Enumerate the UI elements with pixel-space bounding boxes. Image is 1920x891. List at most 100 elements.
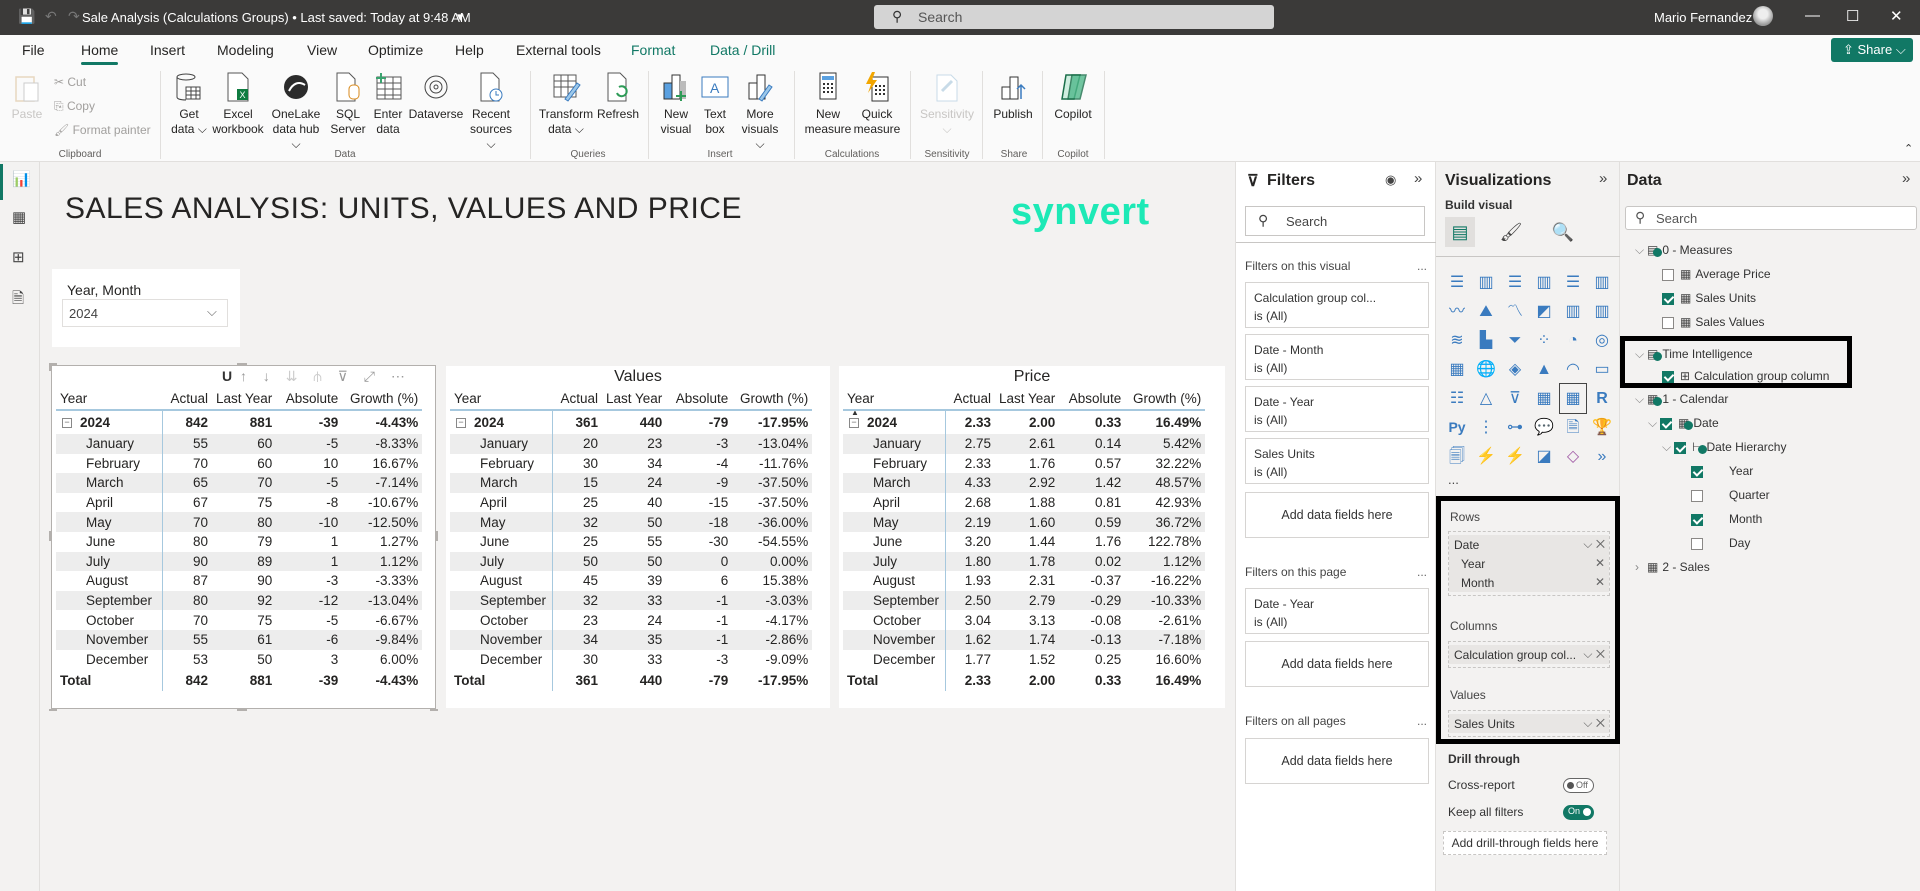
smart-narrative-icon[interactable]: 🗎 bbox=[1560, 413, 1586, 442]
power-apps-icon[interactable]: ⚡ bbox=[1473, 442, 1499, 471]
chevron-down-icon[interactable]: ⌵ bbox=[1635, 240, 1647, 260]
dataverse-button[interactable]: Dataverse bbox=[408, 71, 464, 122]
remove-field-icon[interactable]: ✕ bbox=[1595, 575, 1605, 589]
row-header[interactable]: December bbox=[843, 649, 946, 670]
price-matrix[interactable]: Price ▲ Year Actual Last Year Absolute G… bbox=[839, 366, 1225, 708]
column-header-absolute[interactable]: Absolute bbox=[1059, 388, 1125, 410]
rows-well[interactable]: Date ⌵ ✕ Year ✕ Month ✕ bbox=[1448, 531, 1610, 596]
r-visual-icon[interactable]: R bbox=[1589, 384, 1615, 413]
column-header-growth[interactable]: Growth (%) bbox=[732, 388, 812, 410]
row-header[interactable]: February bbox=[56, 453, 163, 474]
close-icon[interactable]: ✕ bbox=[1890, 7, 1903, 25]
stacked-area-icon[interactable]: 〽 bbox=[1502, 297, 1528, 326]
resize-handle[interactable] bbox=[49, 363, 51, 371]
row-header[interactable]: June bbox=[56, 531, 163, 552]
collapse-pane-icon[interactable]: » bbox=[1902, 170, 1910, 187]
gauge-icon[interactable]: ◠ bbox=[1560, 355, 1586, 384]
checkbox[interactable] bbox=[1662, 370, 1674, 383]
column-header-year[interactable]: Year bbox=[843, 388, 945, 410]
cross-report-toggle[interactable]: Off bbox=[1563, 778, 1594, 793]
values-well[interactable]: Sales Units ⌵ ✕ bbox=[1448, 710, 1610, 737]
column-header-actual[interactable]: Actual bbox=[945, 388, 995, 410]
row-header[interactable]: −2024 bbox=[843, 410, 946, 434]
sql-server-button[interactable]: SQL Server bbox=[330, 71, 366, 137]
text-box-button[interactable]: A Text box bbox=[698, 71, 732, 137]
area-chart-icon[interactable]: ⛰ bbox=[1473, 297, 1499, 326]
clustered-bar-chart-icon[interactable]: ☰ bbox=[1502, 268, 1528, 297]
format-visual-tab[interactable]: 🖌 bbox=[1496, 217, 1526, 247]
row-header[interactable]: May bbox=[843, 512, 946, 532]
collapse-icon[interactable]: − bbox=[456, 418, 466, 429]
tab-file[interactable]: File bbox=[22, 42, 45, 58]
tab-optimize[interactable]: Optimize bbox=[368, 42, 423, 58]
save-icon[interactable]: 💾 bbox=[18, 8, 35, 25]
units-matrix[interactable]: U ↑ ↓ ⇊ ⫛ ⊽ ⤢ ⋯ Year Actual Last Year Ab… bbox=[49, 363, 438, 711]
power-automate-visual-icon[interactable]: » bbox=[1589, 442, 1615, 471]
tree-level-day[interactable]: Day bbox=[1691, 533, 1750, 553]
line-chart-icon[interactable]: 〰 bbox=[1444, 297, 1470, 326]
add-visual-filter-dropzone[interactable]: Add data fields here bbox=[1245, 492, 1429, 538]
row-header[interactable]: August bbox=[450, 571, 553, 591]
clustered-column-chart-icon[interactable]: ▥ bbox=[1531, 268, 1557, 297]
power-apps-visual-icon[interactable]: ◇ bbox=[1560, 442, 1586, 471]
row-header[interactable]: June bbox=[450, 531, 553, 552]
column-header-actual[interactable]: Actual bbox=[162, 388, 212, 410]
tree-table-calendar[interactable]: ⌵▦1 - Calendar bbox=[1635, 389, 1728, 409]
column-header-absolute[interactable]: Absolute bbox=[666, 388, 732, 410]
column-header-growth[interactable]: Growth (%) bbox=[342, 388, 422, 410]
column-header-last-year[interactable]: Last Year bbox=[995, 388, 1059, 410]
slicer-icon[interactable]: ⊽ bbox=[1502, 384, 1528, 413]
resize-handle[interactable] bbox=[435, 531, 438, 541]
row-header[interactable]: April bbox=[56, 492, 163, 513]
row-header[interactable]: November bbox=[56, 629, 163, 650]
donut-chart-icon[interactable]: ◎ bbox=[1589, 326, 1615, 355]
row-header[interactable]: March bbox=[56, 473, 163, 493]
tree-level-month[interactable]: Month bbox=[1691, 509, 1762, 529]
checkbox[interactable] bbox=[1662, 268, 1674, 281]
row-header[interactable]: May bbox=[56, 512, 163, 532]
filter-card[interactable]: Date - Year is (All) bbox=[1245, 386, 1429, 432]
chevron-down-icon[interactable]: ⌵ bbox=[1635, 344, 1647, 364]
tab-insert[interactable]: Insert bbox=[150, 42, 185, 58]
checkbox[interactable] bbox=[1691, 513, 1703, 526]
python-visual-icon[interactable]: Py bbox=[1444, 413, 1470, 442]
get-data-button[interactable]: Get data ⌵ bbox=[170, 71, 208, 137]
recent-sources-button[interactable]: Recent sources ⌵ bbox=[466, 71, 516, 152]
well-field-date[interactable]: Date ⌵ ✕ bbox=[1449, 535, 1609, 554]
filter-card[interactable]: Date - Month is (All) bbox=[1245, 334, 1429, 380]
row-header[interactable]: December bbox=[450, 649, 553, 670]
row-header[interactable]: October bbox=[56, 610, 163, 630]
row-header[interactable]: March bbox=[843, 473, 946, 493]
publish-button[interactable]: Publish bbox=[990, 71, 1036, 122]
column-header-year[interactable]: Year bbox=[56, 388, 162, 410]
map-icon[interactable]: 🌐 bbox=[1473, 355, 1499, 384]
share-button[interactable]: ⇪ Share ⌵ bbox=[1831, 38, 1913, 62]
row-header[interactable]: February bbox=[843, 453, 946, 474]
filter-card[interactable]: Calculation group col... is (All) bbox=[1245, 282, 1429, 328]
multi-row-card-icon[interactable]: ☷ bbox=[1444, 384, 1470, 413]
well-field-month[interactable]: Month ✕ bbox=[1449, 573, 1609, 592]
stacked-column-chart-icon[interactable]: ▥ bbox=[1473, 268, 1499, 297]
waterfall-chart-icon[interactable]: ▙ bbox=[1473, 326, 1499, 355]
row-header[interactable]: Total bbox=[450, 669, 553, 692]
tree-level-year[interactable]: Year bbox=[1691, 461, 1753, 481]
excel-workbook-button[interactable]: X Excel workbook bbox=[210, 71, 266, 137]
funnel-chart-icon[interactable]: ⏷ bbox=[1502, 326, 1528, 355]
power-automate-icon[interactable]: ⚡ bbox=[1502, 442, 1528, 471]
transform-data-button[interactable]: Transform data ⌵ bbox=[538, 71, 594, 137]
row-header[interactable]: November bbox=[450, 629, 553, 650]
checkbox[interactable] bbox=[1691, 537, 1703, 550]
row-header[interactable]: September bbox=[843, 590, 946, 611]
row-header[interactable]: −2024 bbox=[56, 410, 163, 434]
100-area-icon[interactable]: ◩ bbox=[1531, 297, 1557, 326]
row-header[interactable]: Total bbox=[56, 669, 163, 692]
drill-through-dropzone[interactable]: Add drill-through fields here bbox=[1443, 831, 1607, 855]
checkbox[interactable] bbox=[1674, 441, 1686, 454]
chevron-right-icon[interactable]: › bbox=[1635, 557, 1647, 577]
row-header[interactable]: November bbox=[843, 629, 946, 650]
eye-icon[interactable]: ◉ bbox=[1385, 172, 1396, 188]
analytics-tab[interactable]: 🔍 bbox=[1548, 217, 1578, 247]
row-header[interactable]: February bbox=[450, 453, 553, 474]
tree-table-measures[interactable]: ⌵▤0 - Measures bbox=[1635, 240, 1732, 260]
onelake-button[interactable]: OneLake data hub ⌵ bbox=[268, 71, 324, 152]
